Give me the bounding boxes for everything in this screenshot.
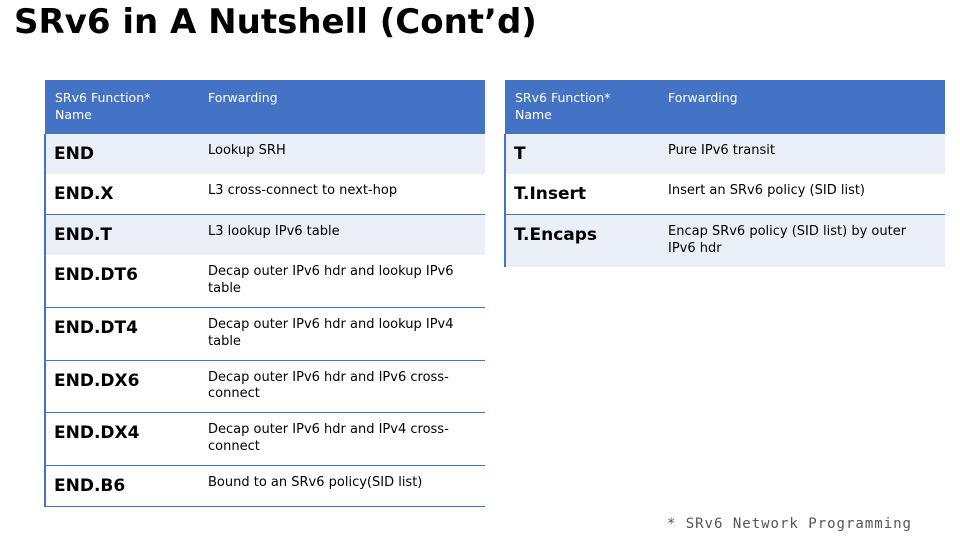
function-name-cell: END.B6 [44, 465, 200, 508]
page-title: SRv6 in A Nutshell (Cont’d) [14, 2, 537, 42]
function-name-cell: T [504, 133, 660, 174]
forwarding-cell: Encap SRv6 policy (SID list) by outer IP… [660, 214, 945, 267]
forwarding-cell: Pure IPv6 transit [660, 133, 945, 174]
column-header-forwarding: Forwarding [660, 80, 945, 134]
forwarding-cell: L3 lookup IPv6 table [200, 214, 485, 256]
table-header-row: SRv6 Function* Name Forwarding [45, 80, 485, 134]
table-row: END.B6 Bound to an SRv6 policy(SID list) [44, 465, 485, 508]
table-row: END.DX6 Decap outer IPv6 hdr and IPv6 cr… [44, 360, 485, 414]
function-name-cell: END.DT4 [44, 307, 200, 361]
table-header-row: SRv6 Function* Name Forwarding [505, 80, 945, 134]
table-row: END.DX4 Decap outer IPv6 hdr and IPv4 cr… [44, 412, 485, 467]
table-row: END Lookup SRH [44, 133, 485, 174]
function-name-cell: END.X [44, 173, 200, 215]
table-row: END.DT6 Decap outer IPv6 hdr and lookup … [44, 255, 485, 308]
function-name-cell: END.DT6 [44, 255, 200, 308]
forwarding-cell: Insert an SRv6 policy (SID list) [660, 173, 945, 215]
function-name-cell: T.Insert [504, 173, 660, 215]
forwarding-cell: Lookup SRH [200, 133, 485, 174]
column-header-function-name-line2: Name [55, 106, 92, 122]
table-row: END.T L3 lookup IPv6 table [44, 214, 485, 256]
forwarding-cell: Decap outer IPv6 hdr and lookup IPv4 tab… [200, 307, 485, 361]
column-header-function-name: SRv6 Function* Name [45, 80, 200, 134]
column-header-function-name: SRv6 Function* Name [505, 80, 660, 134]
table-row: END.DT4 Decap outer IPv6 hdr and lookup … [44, 307, 485, 361]
srv6-end-functions-table: SRv6 Function* Name Forwarding END Looku… [44, 80, 485, 508]
table-row: T.Encaps Encap SRv6 policy (SID list) by… [504, 214, 945, 267]
function-name-cell: END.DX4 [44, 412, 200, 467]
forwarding-cell: Decap outer IPv6 hdr and IPv6 cross-conn… [200, 360, 485, 414]
column-header-forwarding: Forwarding [200, 80, 485, 134]
srv6-transit-functions-table: SRv6 Function* Name Forwarding T Pure IP… [504, 80, 945, 267]
function-name-cell: END.DX6 [44, 360, 200, 414]
column-header-function-name-line1: SRv6 Function* [55, 90, 151, 105]
function-name-cell: END.T [44, 214, 200, 256]
forwarding-cell: L3 cross-connect to next-hop [200, 173, 485, 215]
table-row: T.Insert Insert an SRv6 policy (SID list… [504, 173, 945, 215]
table-row: T Pure IPv6 transit [504, 133, 945, 174]
table-row: END.X L3 cross-connect to next-hop [44, 173, 485, 215]
forwarding-cell: Bound to an SRv6 policy(SID list) [200, 465, 485, 508]
forwarding-cell: Decap outer IPv6 hdr and IPv4 cross-conn… [200, 412, 485, 467]
column-header-function-name-line1: SRv6 Function* [515, 90, 611, 105]
column-header-function-name-line2: Name [515, 106, 552, 122]
footnote-reference: * SRv6 Network Programming [666, 516, 912, 532]
function-name-cell: T.Encaps [504, 214, 660, 267]
function-name-cell: END [44, 133, 200, 174]
forwarding-cell: Decap outer IPv6 hdr and lookup IPv6 tab… [200, 255, 485, 308]
